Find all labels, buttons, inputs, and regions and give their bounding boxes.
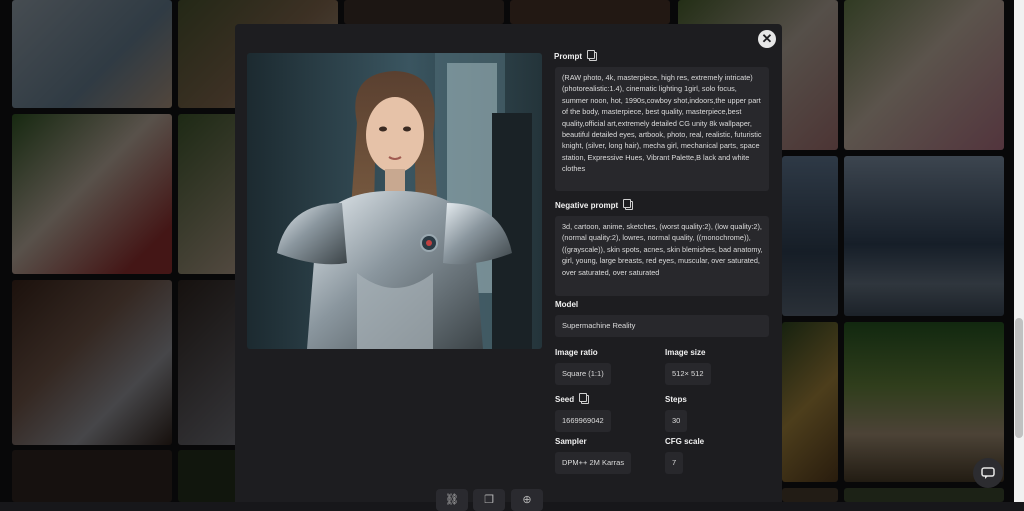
image-size-value: 512× 512 [665,363,711,385]
cfg-scale-label-text: CFG scale [665,437,705,446]
generated-image [247,53,542,349]
sampler-label: Sampler [555,437,587,446]
chat-icon [981,467,995,479]
close-icon: ✕ [761,31,773,46]
steps-label-text: Steps [665,395,687,404]
download-button[interactable]: ⊕ [511,489,543,511]
prompt-text: (RAW photo, 4k, masterpiece, high res, e… [555,67,769,191]
prompt-label: Prompt [554,50,769,61]
model-value: Supermachine Reality [555,315,769,337]
negative-prompt-text: 3d, cartoon, anime, sketches, (worst qua… [555,216,769,296]
prompt-label-text: Prompt [554,52,582,61]
chat-support-button[interactable] [973,458,1003,488]
copy-seed-icon[interactable] [579,393,590,404]
copy-prompt-icon[interactable] [587,50,597,61]
model-label-text: Model [555,300,579,309]
model-label: Model [555,300,578,309]
cfg-scale-value: 7 [665,452,684,474]
seed-label-text: Seed [555,395,575,404]
sampler-value: DPM++ 2M Karras [555,452,632,474]
steps-label: Steps [665,395,687,404]
image-ratio-label-text: Image ratio [555,348,598,357]
image-ratio-value: Square (1:1) [555,363,611,385]
sampler-label-text: Sampler [555,437,587,446]
steps-value: 30 [665,410,688,432]
copy-image-button[interactable]: ❐ [473,489,505,511]
seed-label: Seed [555,393,590,404]
link-icon: ⛓ [445,494,459,506]
image-size-label: Image size [665,348,705,357]
page-scrollbar[interactable] [1014,0,1024,502]
image-ratio-label: Image ratio [555,348,598,357]
close-button[interactable]: ✕ [758,30,776,48]
download-icon: ⊕ [522,494,532,506]
copy-link-button[interactable]: ⛓ [436,489,468,511]
seed-value: 1669969042 [555,410,611,432]
copy-negative-prompt-icon[interactable] [623,199,634,210]
details-panel: Prompt [554,50,769,61]
copy-icon: ❐ [484,494,494,506]
negative-prompt-label-text: Negative prompt [555,201,619,210]
negative-prompt-label: Negative prompt [555,199,634,210]
image-size-label-text: Image size [665,348,706,357]
cfg-scale-label: CFG scale [665,437,704,446]
scrollbar-thumb[interactable] [1015,318,1023,438]
